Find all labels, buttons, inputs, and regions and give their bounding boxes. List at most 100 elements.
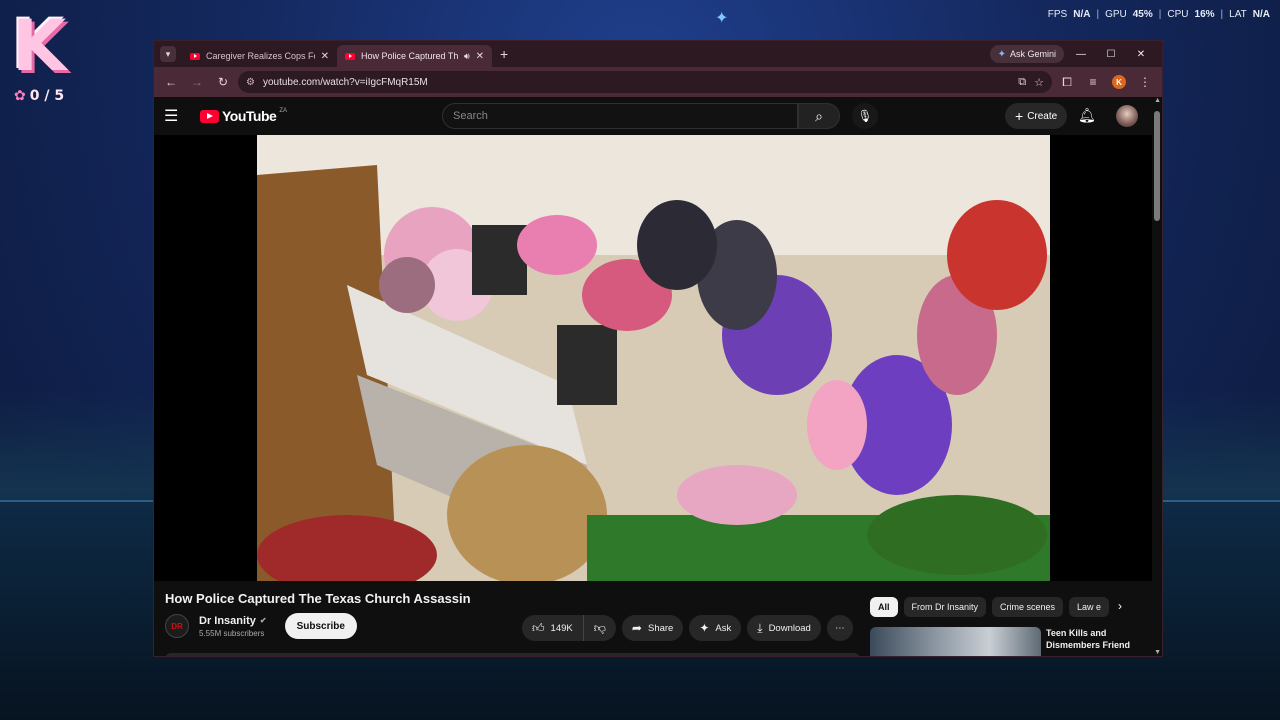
gemini-label: Ask Gemini	[1009, 49, 1056, 59]
dislike-button[interactable]: 👎︎	[583, 615, 616, 641]
chip-all[interactable]: All	[870, 597, 898, 617]
maximize-icon[interactable]: ☐	[1096, 41, 1126, 67]
close-tab-icon[interactable]: ✕	[476, 51, 484, 62]
chip-from-channel[interactable]: From Dr Insanity	[903, 597, 987, 617]
fps-label: FPS	[1047, 9, 1068, 20]
recommended-video-title[interactable]: Teen Kills and Dismembers Friend	[1046, 627, 1141, 651]
video-scene-illustration	[257, 135, 1050, 581]
scroll-up-icon[interactable]: ▲	[1154, 97, 1161, 104]
ask-button[interactable]: ✦ Ask	[689, 615, 742, 641]
profile-button[interactable]: K	[1108, 71, 1130, 93]
share-arrow-icon: ➦	[631, 621, 642, 635]
site-settings-icon[interactable]: ⚙	[246, 77, 255, 88]
voice-search-button[interactable]: 🎙︎	[852, 103, 878, 129]
search-button[interactable]: ⌕	[798, 103, 840, 129]
tab-caregiver[interactable]: Caregiver Realizes Cops Found ✕	[182, 45, 337, 67]
create-label: Create	[1027, 110, 1058, 122]
browser-menu-icon[interactable]: ⋮	[1134, 71, 1156, 93]
cpu-label: CPU	[1167, 9, 1189, 20]
like-dislike-group: 👍︎ 149K 👎︎	[522, 615, 616, 641]
subscriber-count: 5.55M subscribers	[199, 628, 265, 638]
channel-name-row[interactable]: Dr Insanity ✔	[199, 615, 267, 627]
channel-row: DR Dr Insanity ✔ 5.55M subscribers Subsc…	[165, 611, 357, 641]
share-button[interactable]: ➦ Share	[621, 615, 684, 641]
video-title: How Police Captured The Texas Church Ass…	[165, 591, 471, 606]
tab-bar: ▾ Caregiver Realizes Cops Found ✕ How Po…	[154, 41, 1162, 67]
thumbs-up-icon: 👍︎	[532, 620, 545, 635]
region-code: ZA	[279, 108, 287, 114]
tab-search-button[interactable]: ▾	[160, 46, 176, 62]
gemini-sparkle-icon: ✦	[997, 48, 1006, 60]
gpu-value: 45%	[1132, 9, 1153, 20]
like-button[interactable]: 👍︎ 149K	[522, 615, 584, 641]
video-actions: 👍︎ 149K 👎︎ ➦ Share ✦ Ask ⤓ Download ⋯	[522, 615, 853, 641]
menu-icon[interactable]: ☰	[164, 106, 188, 126]
reload-icon[interactable]: ↻	[212, 71, 234, 93]
scroll-down-icon[interactable]: ▼	[1154, 649, 1161, 656]
url-text: youtube.com/watch?v=iIgcFMqR15M	[262, 76, 428, 88]
more-actions-button[interactable]: ⋯	[826, 615, 853, 641]
video-frame[interactable]	[257, 135, 1050, 581]
youtube-favicon-icon	[345, 52, 355, 60]
ask-label: Ask	[715, 622, 732, 634]
account-avatar[interactable]	[1116, 105, 1138, 127]
video-player[interactable]	[154, 135, 1152, 581]
create-button[interactable]: + Create	[1005, 103, 1068, 129]
forward-arrow-icon[interactable]: →	[186, 71, 208, 93]
channel-avatar[interactable]: DR	[165, 614, 189, 638]
description-box[interactable]	[165, 653, 860, 656]
performance-overlay: FPS N/A | GPU 45% | CPU 16% | LAT N/A	[1048, 9, 1270, 20]
minimize-icon[interactable]: —	[1066, 41, 1096, 67]
chevron-right-icon[interactable]: ›	[1118, 599, 1122, 613]
search-input[interactable]: Search	[442, 103, 798, 129]
page-scrollbar[interactable]: ▲ ▼	[1152, 97, 1162, 656]
channel-name[interactable]: Dr Insanity	[199, 615, 256, 627]
plus-icon: +	[1015, 108, 1024, 124]
sparkle-icon: ✦	[699, 621, 710, 635]
close-window-icon[interactable]: ✕	[1126, 41, 1156, 67]
chip-crime-scenes[interactable]: Crime scenes	[992, 597, 1064, 617]
youtube-logo[interactable]: YouTube ZA	[200, 108, 287, 124]
separator: |	[1096, 9, 1100, 20]
youtube-wordmark: YouTube	[222, 108, 277, 124]
youtube-header: ☰ YouTube ZA Search ⌕ 🎙︎ + Create 🔔︎	[154, 97, 1162, 135]
youtube-favicon-icon	[190, 52, 200, 60]
extensions-icon[interactable]: ⧠	[1056, 71, 1078, 93]
cpu-value: 16%	[1194, 9, 1215, 20]
share-label: Share	[647, 622, 674, 634]
separator: |	[1220, 9, 1224, 20]
ask-gemini-button[interactable]: ✦ Ask Gemini	[989, 45, 1064, 63]
more-horizontal-icon: ⋯	[835, 622, 845, 634]
overlay-counter: ✿ 0 / 5	[14, 88, 64, 104]
install-app-icon[interactable]: ⧉	[1018, 76, 1026, 89]
address-bar-row: ← → ↻ ⚙ youtube.com/watch?v=iIgcFMqR15M …	[154, 67, 1162, 97]
fps-value: N/A	[1073, 9, 1091, 20]
notifications-bell-icon[interactable]: 🔔︎	[1078, 107, 1096, 124]
channel-info: Dr Insanity ✔ 5.55M subscribers	[199, 615, 267, 638]
microphone-icon: 🎙︎	[857, 109, 873, 123]
scroll-thumb[interactable]	[1154, 111, 1160, 221]
download-button[interactable]: ⤓ Download	[747, 615, 821, 641]
speaker-icon[interactable]: 🔊︎	[464, 51, 470, 62]
tab-police-captured[interactable]: How Police Captured The Te 🔊︎ ✕	[337, 45, 492, 67]
like-count: 149K	[550, 622, 573, 634]
youtube-page: ☰ YouTube ZA Search ⌕ 🎙︎ + Create 🔔︎ ▲ ▼…	[154, 97, 1162, 656]
recommendation-chips: All From Dr Insanity Crime scenes Law e	[870, 597, 1110, 617]
window-controls: — ☐ ✕	[1066, 41, 1156, 67]
media-controls-icon[interactable]: ≡	[1082, 71, 1104, 93]
tab-title: How Police Captured The Te	[361, 51, 458, 61]
close-tab-icon[interactable]: ✕	[321, 51, 329, 62]
gpu-label: GPU	[1105, 9, 1127, 20]
bookmark-star-icon[interactable]: ☆	[1034, 76, 1044, 89]
recommended-video-thumbnail[interactable]	[870, 627, 1041, 656]
back-arrow-icon[interactable]: ←	[160, 71, 182, 93]
separator: |	[1158, 9, 1162, 20]
star-icon: ✦	[715, 10, 729, 27]
lat-label: LAT	[1229, 9, 1247, 20]
search-placeholder: Search	[453, 110, 488, 122]
new-tab-button[interactable]: +	[500, 46, 508, 62]
url-field[interactable]: ⚙ youtube.com/watch?v=iIgcFMqR15M ⧉ ☆	[238, 71, 1052, 93]
tab-title: Caregiver Realizes Cops Found	[206, 51, 315, 61]
subscribe-button[interactable]: Subscribe	[284, 613, 357, 639]
chip-law[interactable]: Law e	[1069, 597, 1110, 617]
